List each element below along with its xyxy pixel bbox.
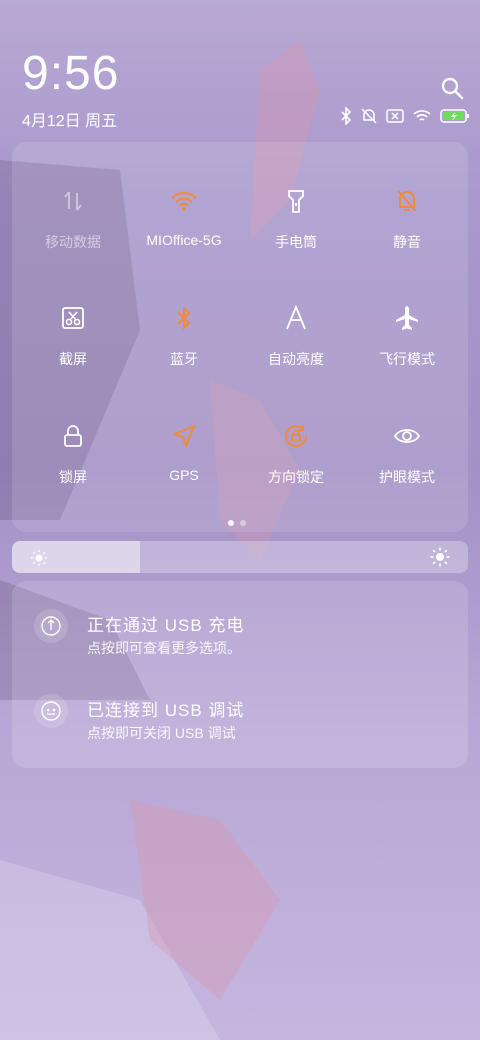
clock: 9:56 <box>22 47 120 100</box>
tile-screenshot[interactable]: 截屏 <box>16 259 130 377</box>
tile-label: 手电筒 <box>275 234 317 250</box>
tile-label: 静音 <box>393 234 421 250</box>
tile-bluetooth[interactable]: 蓝牙 <box>127 259 241 377</box>
page-dot <box>240 520 246 526</box>
status-bar: 9:56 4月12日 周五 <box>0 0 480 140</box>
battery-charging-icon <box>440 108 470 129</box>
quick-settings-panel: 移动数据 MIOffice-5G 手电筒 静音 截屏 蓝牙 自动亮度 飞行模式 … <box>12 142 468 532</box>
notification-title: 已连接到 USB 调试 <box>87 701 245 720</box>
screenshot-icon <box>58 303 88 333</box>
tile-label: 锁屏 <box>59 469 87 485</box>
tile-eye-care[interactable]: 护眼模式 <box>350 377 464 495</box>
notification-usb-charging[interactable]: 正在通过 USB 充电 点按即可查看更多选项。 <box>12 581 468 661</box>
lock-icon <box>58 421 88 451</box>
search-icon[interactable] <box>440 76 464 100</box>
bluetooth-icon <box>169 303 199 333</box>
notification-usb-debugging[interactable]: 已连接到 USB 调试 点按即可关闭 USB 调试 <box>12 666 468 746</box>
gps-icon <box>169 421 199 451</box>
rotation-lock-icon <box>281 421 311 451</box>
mute-bell-icon <box>392 186 422 216</box>
tile-rotation-lock[interactable]: 方向锁定 <box>239 377 353 495</box>
auto-brightness-icon <box>281 303 311 333</box>
tile-label: 护眼模式 <box>379 469 435 485</box>
tile-wifi[interactable]: MIOffice-5G <box>127 142 241 260</box>
mobile-data-icon <box>58 186 88 216</box>
tile-label: 方向锁定 <box>268 469 324 485</box>
notification-subtitle: 点按即可查看更多选项。 <box>87 640 241 656</box>
tile-label: GPS <box>169 467 199 483</box>
brightness-slider[interactable] <box>12 541 468 573</box>
flashlight-icon <box>281 186 311 216</box>
brightness-low-icon <box>31 550 47 566</box>
tile-flashlight[interactable]: 手电筒 <box>239 142 353 260</box>
tile-lock-screen[interactable]: 锁屏 <box>16 377 130 495</box>
page-dot-active <box>228 520 234 526</box>
tile-label: 飞行模式 <box>379 351 435 367</box>
tile-gps[interactable]: GPS <box>127 377 241 495</box>
wifi-icon <box>169 186 199 216</box>
page-indicator <box>228 520 246 526</box>
tile-label: 截屏 <box>59 351 87 367</box>
wifi-icon <box>412 108 432 129</box>
tile-mute[interactable]: 静音 <box>350 142 464 260</box>
tile-mobile-data[interactable]: 移动数据 <box>16 142 130 260</box>
app-icon <box>34 694 68 728</box>
brightness-high-icon <box>430 547 450 567</box>
notification-list: 正在通过 USB 充电 点按即可查看更多选项。 已连接到 USB 调试 点按即可… <box>12 581 468 768</box>
tile-auto-brightness[interactable]: 自动亮度 <box>239 259 353 377</box>
tile-label: MIOffice-5G <box>146 232 222 248</box>
eye-icon <box>392 421 422 451</box>
airplane-icon <box>392 303 422 333</box>
date: 4月12日 周五 <box>22 113 118 130</box>
tile-label: 移动数据 <box>45 234 101 250</box>
tile-label: 自动亮度 <box>268 351 324 367</box>
notification-subtitle: 点按即可关闭 USB 调试 <box>87 725 236 741</box>
tile-label: 蓝牙 <box>170 351 198 367</box>
notification-title: 正在通过 USB 充电 <box>87 616 245 635</box>
no-sim-icon <box>386 108 404 129</box>
bluetooth-icon <box>340 105 352 130</box>
tile-airplane[interactable]: 飞行模式 <box>350 259 464 377</box>
app-icon <box>34 609 68 643</box>
system-icons <box>340 105 470 130</box>
mute-bell-icon <box>360 107 378 130</box>
